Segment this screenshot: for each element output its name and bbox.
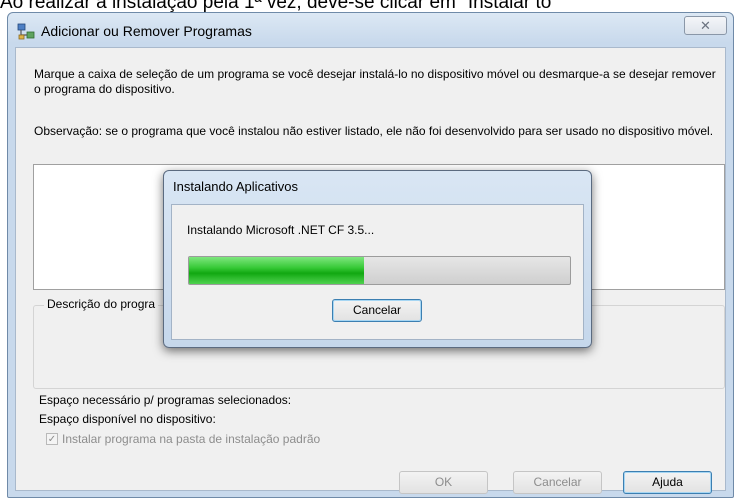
default-folder-checkbox[interactable]: ✓ [46, 433, 58, 445]
install-progress-bar [188, 256, 571, 285]
install-programs-icon [17, 23, 35, 40]
default-folder-checkbox-label: Instalar programa na pasta de instalação… [62, 432, 321, 446]
space-required-label: Espaço necessário p/ programas seleciona… [39, 393, 292, 407]
space-available-label: Espaço disponível no dispositivo: [39, 412, 216, 426]
window-titlebar: Adicionar ou Remover Programas ✕ [8, 13, 733, 47]
installing-apps-dialog: Instalando Aplicativos Instalando Micros… [163, 170, 592, 348]
checkmark-icon: ✓ [47, 434, 57, 445]
window-title: Adicionar ou Remover Programas [41, 23, 252, 39]
dialog-client-area: Instalando Microsoft .NET CF 3.5... Canc… [171, 204, 584, 340]
ok-button[interactable]: OK [399, 471, 488, 494]
close-button[interactable]: ✕ [684, 16, 727, 35]
description-group-label: Descrição do progra [44, 297, 159, 312]
dialog-title: Instalando Aplicativos [173, 179, 299, 194]
close-icon: ✕ [700, 18, 711, 33]
dialog-cancel-button[interactable]: Cancelar [332, 299, 422, 322]
instructions-text: Marque a caixa de seleção de um programa… [34, 67, 716, 96]
help-button[interactable]: Ajuda [623, 471, 712, 494]
install-progress-fill [189, 257, 365, 284]
installing-message: Instalando Microsoft .NET CF 3.5... [187, 223, 375, 237]
note-text: Observação: se o programa que você insta… [34, 124, 714, 138]
cancel-button[interactable]: Cancelar [513, 471, 602, 494]
